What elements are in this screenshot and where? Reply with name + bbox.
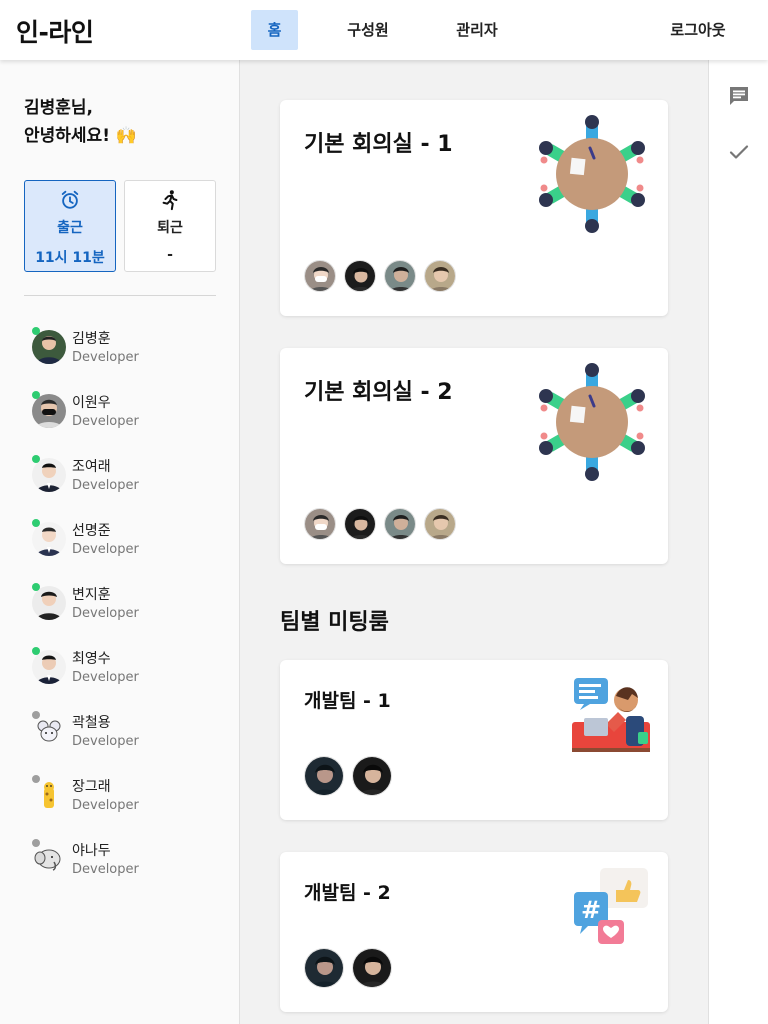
check-icon[interactable] xyxy=(727,140,751,164)
member-item[interactable]: 선명준 Developer xyxy=(32,518,222,564)
member-role: Developer xyxy=(72,606,139,621)
left-sidebar: 김병훈님, 안녕하세요! 🙌 출근 11시 11분 퇴근 - 김병훈 Devel… xyxy=(0,60,240,1024)
member-name: 김병훈 xyxy=(72,331,111,347)
online-status-dot xyxy=(32,327,40,335)
check-in-label: 출근 xyxy=(57,220,83,236)
participant-avatar xyxy=(424,508,456,540)
check-out-button[interactable]: 퇴근 - xyxy=(124,180,216,272)
offline-status-dot xyxy=(32,711,40,719)
member-item[interactable]: 조여래 Developer xyxy=(32,454,222,500)
avatar xyxy=(32,650,66,684)
participant-avatar xyxy=(304,260,336,292)
chat-bubbles-icon: # xyxy=(570,866,654,954)
member-item[interactable]: 변지훈 Developer xyxy=(32,582,222,628)
member-role: Developer xyxy=(72,350,139,365)
right-rail xyxy=(708,60,768,1024)
participant-avatar xyxy=(424,260,456,292)
participant-avatar xyxy=(344,260,376,292)
member-role: Developer xyxy=(72,478,139,493)
room-title: 개발팀 - 2 xyxy=(304,882,391,904)
chat-icon[interactable] xyxy=(727,84,751,108)
avatar xyxy=(32,458,66,492)
developer-at-desk-icon xyxy=(570,676,654,760)
participant-avatar xyxy=(384,260,416,292)
greeting: 김병훈님, 안녕하세요! 🙌 xyxy=(24,94,137,150)
meeting-room-card[interactable]: 기본 회의실 - 2 xyxy=(280,348,668,564)
top-header: 인-라인 홈 구성원 관리자 로그아웃 xyxy=(0,0,768,60)
participant-avatar xyxy=(304,508,336,540)
check-out-label: 퇴근 xyxy=(157,220,183,236)
member-item[interactable]: 장그래 Developer xyxy=(32,774,222,820)
team-room-card[interactable]: 개발팀 - 2 # xyxy=(280,852,668,1012)
member-name: 곽철용 xyxy=(72,715,111,731)
sidebar-divider xyxy=(24,295,216,296)
team-room-card[interactable]: 개발팀 - 1 xyxy=(280,660,668,820)
member-name: 선명준 xyxy=(72,523,111,539)
avatar xyxy=(32,522,66,556)
online-status-dot xyxy=(32,519,40,527)
offline-status-dot xyxy=(32,839,40,847)
team-rooms-heading: 팀별 미팅룸 xyxy=(280,610,389,635)
member-role: Developer xyxy=(72,862,139,877)
participant-avatar xyxy=(344,508,376,540)
member-item[interactable]: 이원우 Developer xyxy=(32,390,222,436)
running-person-icon xyxy=(125,189,215,213)
greeting-message: 안녕하세요! 🙌 xyxy=(24,126,138,146)
member-name: 장그래 xyxy=(72,779,111,795)
mouse-avatar xyxy=(32,714,66,748)
check-in-button[interactable]: 출근 11시 11분 xyxy=(24,180,116,272)
meeting-room-list: 기본 회의실 - 1 기본 회의실 - 2 팀별 미팅룸 개발팀 - 1 개발팀… xyxy=(240,60,709,1024)
online-status-dot xyxy=(32,455,40,463)
member-item[interactable]: 최영수 Developer xyxy=(32,646,222,692)
avatar xyxy=(32,330,66,364)
member-item[interactable]: 야나두 Developer xyxy=(32,838,222,884)
nav-tab-admin[interactable]: 관리자 xyxy=(445,10,509,50)
app-logo[interactable]: 인-라인 xyxy=(16,13,94,49)
member-role: Developer xyxy=(72,542,139,557)
avatar xyxy=(32,394,66,428)
member-role: Developer xyxy=(72,414,139,429)
round-table-icon xyxy=(532,360,652,494)
member-name: 이원우 xyxy=(72,395,111,411)
online-status-dot xyxy=(32,583,40,591)
avatar xyxy=(32,586,66,620)
member-name: 야나두 xyxy=(72,843,111,859)
member-name: 최영수 xyxy=(72,651,111,667)
participant-avatar xyxy=(384,508,416,540)
svg-text:#: # xyxy=(581,896,601,924)
participant-avatar xyxy=(304,756,344,796)
room-title: 개발팀 - 1 xyxy=(304,690,391,712)
member-item[interactable]: 김병훈 Developer xyxy=(32,326,222,372)
nav-tab-members[interactable]: 구성원 xyxy=(338,10,398,50)
member-role: Developer xyxy=(72,734,139,749)
member-name: 조여래 xyxy=(72,459,111,475)
online-status-dot xyxy=(32,391,40,399)
member-role: Developer xyxy=(72,670,139,685)
check-out-time: - xyxy=(167,247,173,263)
member-item[interactable]: 곽철용 Developer xyxy=(32,710,222,756)
giraffe-avatar xyxy=(32,778,66,812)
logout-button[interactable]: 로그아웃 xyxy=(660,10,736,50)
nav-tab-home[interactable]: 홈 xyxy=(251,10,298,50)
member-role: Developer xyxy=(72,798,139,813)
online-status-dot xyxy=(32,647,40,655)
elephant-avatar xyxy=(32,842,66,876)
participant-avatar xyxy=(352,756,392,796)
member-name: 변지훈 xyxy=(72,587,111,603)
meeting-room-card[interactable]: 기본 회의실 - 1 xyxy=(280,100,668,316)
greeting-name: 김병훈님, xyxy=(24,98,94,118)
participant-avatar xyxy=(304,948,344,988)
room-title: 기본 회의실 - 1 xyxy=(304,132,453,157)
participant-avatar xyxy=(352,948,392,988)
offline-status-dot xyxy=(32,775,40,783)
alarm-clock-icon xyxy=(25,189,115,213)
room-title: 기본 회의실 - 2 xyxy=(304,380,453,405)
round-table-icon xyxy=(532,112,652,246)
check-in-time: 11시 11분 xyxy=(35,250,105,266)
